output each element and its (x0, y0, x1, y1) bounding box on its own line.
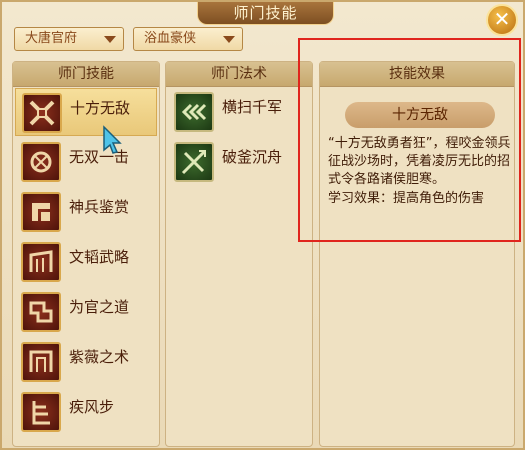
cross-blade-icon (174, 142, 214, 182)
gate-icon (21, 242, 61, 282)
skill-item-wentao[interactable]: 文韬武略 (15, 238, 157, 286)
fist-icon (21, 142, 61, 182)
chevron-down-icon (104, 36, 116, 43)
window-title: 师门技能 (197, 2, 334, 25)
skill-item-shenbing[interactable]: 神兵鉴赏 (15, 188, 157, 236)
cursor-icon (102, 125, 124, 155)
star-icon (21, 342, 61, 382)
sect-dropdown[interactable]: 大唐官府 (14, 27, 124, 51)
sweep-icon (174, 92, 214, 132)
skill-label: 为官之道 (69, 298, 130, 316)
chevron-down-icon (223, 36, 235, 43)
skills-panel: 师门技能 十方无敌 无双一击 神兵鉴赏 文韬武略 为官之道 紫薇之术 疾风步 (12, 61, 160, 447)
skill-label: 紫薇之术 (69, 348, 130, 366)
close-button[interactable]: ✕ (486, 4, 518, 36)
close-icon: ✕ (493, 7, 511, 31)
skill-label: 疾风步 (69, 398, 115, 416)
seal-icon (21, 292, 61, 332)
spell-label: 破釜沉舟 (222, 148, 283, 166)
sect-dropdown-value: 大唐官府 (25, 31, 78, 46)
skill-label: 文韬武略 (69, 248, 130, 266)
skills-panel-header: 师门技能 (13, 62, 159, 87)
skill-label: 十方无敌 (70, 99, 131, 117)
skills-window: 师门技能 ✕ 大唐官府 浴血豪侠 师门技能 十方无敌 无双一击 神兵鉴赏 文韬武… (0, 0, 525, 450)
school-dropdown[interactable]: 浴血豪侠 (133, 27, 243, 51)
skill-item-shifang[interactable]: 十方无敌 (15, 88, 157, 136)
spells-panel: 师门法术 横扫千军 破釜沉舟 (165, 61, 313, 447)
school-dropdown-value: 浴血豪侠 (144, 31, 197, 46)
skill-item-weiguan[interactable]: 为官之道 (15, 288, 157, 336)
skill-label: 神兵鉴赏 (69, 198, 130, 216)
spell-item-hengsao[interactable]: 横扫千军 (168, 88, 310, 136)
spell-label: 横扫千军 (222, 98, 283, 116)
crossed-swords-icon (22, 93, 62, 133)
highlight-box (298, 38, 521, 242)
skill-item-wushuang[interactable]: 无双一击 (15, 138, 157, 186)
spell-item-pofu[interactable]: 破釜沉舟 (168, 138, 310, 186)
wind-icon (21, 392, 61, 432)
skill-item-ziwei[interactable]: 紫薇之术 (15, 338, 157, 386)
spells-panel-header: 师门法术 (166, 62, 312, 87)
skill-item-jifeng[interactable]: 疾风步 (15, 388, 157, 436)
weapon-icon (21, 192, 61, 232)
